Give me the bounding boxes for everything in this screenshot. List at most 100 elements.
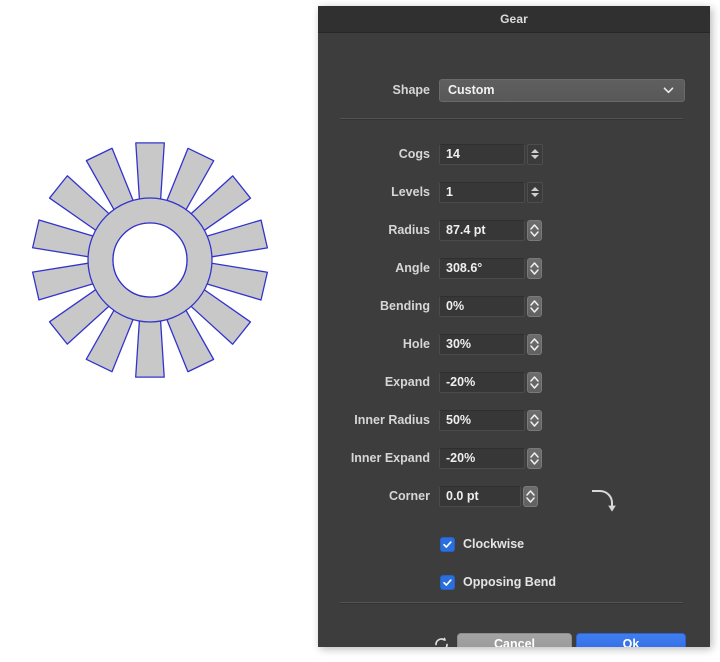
- input-angle[interactable]: 308.6°: [439, 258, 525, 279]
- checkbox-label-clockwise: Clockwise: [463, 537, 524, 551]
- gear-cog: [33, 263, 97, 300]
- stepper-inner-radius[interactable]: [527, 410, 542, 431]
- shape-label: Shape: [340, 83, 439, 97]
- dialog-title: Gear: [500, 12, 528, 26]
- field-row-angle: Angle 308.6°: [340, 257, 685, 279]
- field-group-bending: 0%: [439, 296, 542, 317]
- canvas-area: [0, 0, 320, 662]
- input-value-cogs: 14: [446, 147, 460, 161]
- field-group-expand: -20%: [439, 372, 542, 393]
- field-label-angle: Angle: [340, 261, 439, 275]
- dialog-body: Shape Custom Cogs 14 Levels 1 Radius 87.4 pt A…: [318, 33, 710, 647]
- field-row-corner: Corner 0.0 pt: [340, 485, 685, 507]
- separator-top: [340, 118, 683, 120]
- input-hole[interactable]: 30%: [439, 334, 525, 355]
- stepper-updown-icon[interactable]: [528, 373, 541, 392]
- checkbox-clockwise[interactable]: [440, 537, 455, 552]
- separator-bottom: [340, 602, 683, 604]
- field-row-levels: Levels 1: [340, 181, 685, 203]
- ok-button[interactable]: Ok: [576, 633, 686, 648]
- input-inner-expand[interactable]: -20%: [439, 448, 525, 469]
- stepper-expand[interactable]: [527, 372, 542, 393]
- field-label-inner-expand: Inner Expand: [340, 451, 439, 465]
- stepper-radius[interactable]: [527, 220, 542, 241]
- stepper-updown-icon[interactable]: [524, 487, 537, 506]
- input-value-angle: 308.6°: [446, 261, 482, 275]
- stepper-inner-expand[interactable]: [527, 448, 542, 469]
- dialog-title-bar[interactable]: Gear: [318, 6, 710, 33]
- cancel-button[interactable]: Cancel: [457, 633, 572, 648]
- gear-shape-preview[interactable]: [20, 130, 280, 390]
- shape-select[interactable]: Custom: [439, 79, 685, 102]
- field-label-bending: Bending: [340, 299, 439, 313]
- field-label-radius: Radius: [340, 223, 439, 237]
- field-group-hole: 30%: [439, 334, 542, 355]
- stepper-up-icon[interactable]: [531, 149, 539, 153]
- chevron-down-icon: [662, 84, 675, 97]
- field-group-inner-radius: 50%: [439, 410, 542, 431]
- field-group-corner: 0.0 pt: [439, 486, 538, 507]
- input-expand[interactable]: -20%: [439, 372, 525, 393]
- stepper-down-icon[interactable]: [531, 155, 539, 159]
- field-group-angle: 308.6°: [439, 258, 542, 279]
- shape-row: Shape Custom: [340, 79, 685, 101]
- field-label-corner: Corner: [340, 489, 439, 503]
- gear-cog: [203, 263, 267, 300]
- checkbox-label-opposing-bend: Opposing Bend: [463, 575, 556, 589]
- field-label-cogs: Cogs: [340, 147, 439, 161]
- stepper-updown-icon[interactable]: [528, 411, 541, 430]
- field-label-expand: Expand: [340, 375, 439, 389]
- field-row-expand: Expand-20%: [340, 371, 685, 393]
- field-label-hole: Hole: [340, 337, 439, 351]
- field-row-radius: Radius 87.4 pt: [340, 219, 685, 241]
- input-value-bending: 0%: [446, 299, 464, 313]
- corner-arc-icon: [590, 487, 618, 513]
- gear-cog: [203, 220, 267, 257]
- checkbox-opposing-bend[interactable]: [440, 575, 455, 590]
- field-row-cogs: Cogs 14: [340, 143, 685, 165]
- stepper-angle[interactable]: [527, 258, 542, 279]
- stepper-updown-icon[interactable]: [528, 259, 541, 278]
- stepper-updown-icon[interactable]: [528, 221, 541, 240]
- stepper-levels[interactable]: [527, 182, 543, 203]
- gear-dialog: Gear Shape Custom Cogs 14 Levels 1 Radius 87.…: [318, 6, 710, 647]
- field-group-radius: 87.4 pt: [439, 220, 542, 241]
- stepper-hole[interactable]: [527, 334, 542, 355]
- stepper-bending[interactable]: [527, 296, 542, 317]
- stepper-up-icon[interactable]: [531, 187, 539, 191]
- field-row-bending: Bending 0%: [340, 295, 685, 317]
- checkbox-row-opposing-bend[interactable]: Opposing Bend: [440, 572, 556, 592]
- stepper-cogs[interactable]: [527, 144, 543, 165]
- field-row-inner-expand: Inner Expand -20%: [340, 447, 685, 469]
- input-cogs[interactable]: 14: [439, 144, 525, 165]
- input-radius[interactable]: 87.4 pt: [439, 220, 525, 241]
- dialog-footer: Cancel Ok: [318, 621, 710, 647]
- field-label-inner-radius: Inner Radius: [340, 413, 439, 427]
- checkbox-row-clockwise[interactable]: Clockwise: [440, 534, 524, 554]
- stepper-corner[interactable]: [523, 486, 538, 507]
- input-value-radius: 87.4 pt: [446, 223, 486, 237]
- input-levels[interactable]: 1: [439, 182, 525, 203]
- input-value-inner-radius: 50%: [446, 413, 471, 427]
- stepper-updown-icon[interactable]: [528, 297, 541, 316]
- input-value-levels: 1: [446, 185, 453, 199]
- input-value-corner: 0.0 pt: [446, 489, 479, 503]
- field-group-inner-expand: -20%: [439, 448, 542, 469]
- stepper-updown-icon[interactable]: [528, 449, 541, 468]
- refresh-icon: [432, 635, 451, 648]
- stepper-down-icon[interactable]: [531, 193, 539, 197]
- field-row-hole: Hole30%: [340, 333, 685, 355]
- stepper-updown-icon[interactable]: [528, 335, 541, 354]
- input-value-inner-expand: -20%: [446, 451, 475, 465]
- field-label-levels: Levels: [340, 185, 439, 199]
- gear-cog: [136, 317, 165, 377]
- input-bending[interactable]: 0%: [439, 296, 525, 317]
- shape-select-value: Custom: [448, 83, 495, 97]
- cancel-button-label: Cancel: [494, 637, 535, 647]
- ok-button-label: Ok: [623, 637, 640, 647]
- field-row-inner-radius: Inner Radius 50%: [340, 409, 685, 431]
- reset-button[interactable]: [428, 631, 454, 647]
- input-inner-radius[interactable]: 50%: [439, 410, 525, 431]
- input-corner[interactable]: 0.0 pt: [439, 486, 521, 507]
- gear-center-hole: [113, 223, 187, 297]
